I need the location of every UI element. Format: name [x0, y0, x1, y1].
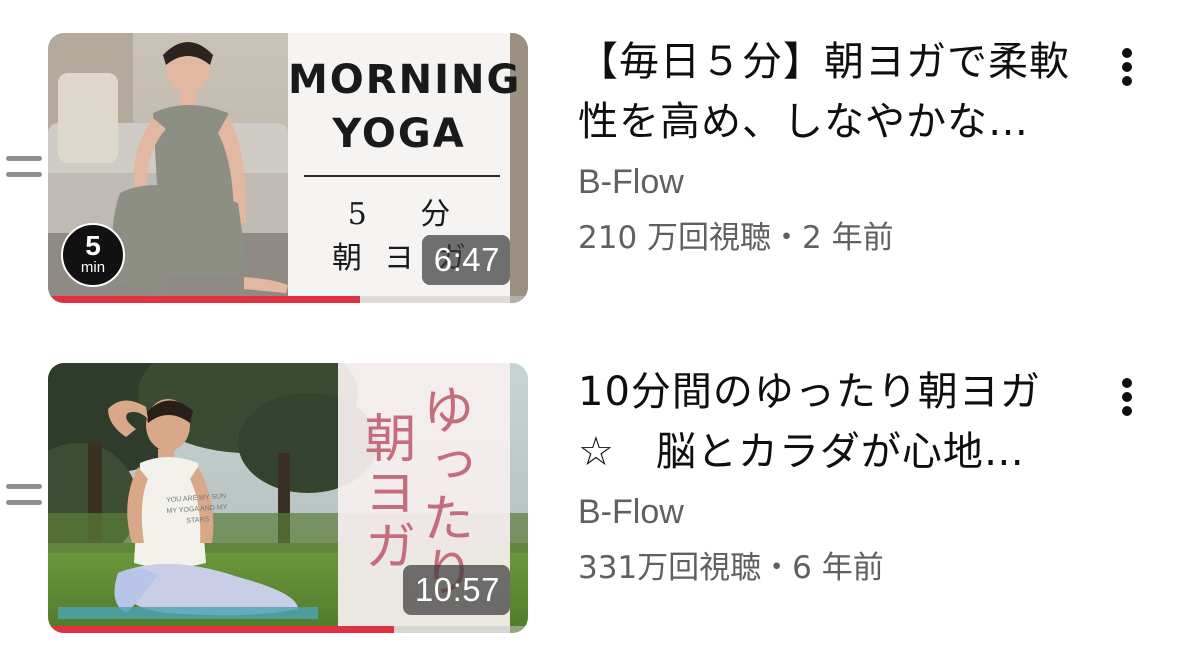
thumbnail-title: MORNING YOGA	[288, 53, 522, 161]
video-item[interactable]: YOU ARE MY SUN MY YOGA AND MY STARS ゆったり…	[0, 360, 1179, 660]
minutes-badge: 5 min	[61, 223, 125, 287]
more-vertical-icon[interactable]	[1110, 42, 1146, 92]
duration-badge: 6:47	[421, 235, 510, 285]
more-vertical-icon[interactable]	[1110, 372, 1146, 422]
view-stats: 210 万回視聴・2 年前	[578, 220, 894, 256]
video-title-line1: 10分間のゆったり朝ヨガ	[578, 369, 1041, 415]
thumbnail-title-line1: MORNING	[288, 57, 522, 103]
thumbnail-title-line2: YOGA	[332, 111, 466, 157]
watch-progress-bar	[48, 626, 528, 633]
drag-handle-icon[interactable]	[6, 152, 42, 182]
video-title[interactable]: 【毎日５分】朝ヨガで柔軟 性を高め、しなやかな…	[578, 32, 1098, 152]
video-title-line2: 性を高め、しなやかな…	[578, 99, 1029, 145]
duration-badge: 10:57	[402, 565, 510, 615]
video-title-line2: ☆ 脳とカラダが心地…	[578, 429, 1025, 475]
channel-name[interactable]: B-Flow	[578, 160, 1098, 204]
thumbnail-divider	[304, 175, 500, 177]
thumbnail-subtitle-line1: 5 分	[347, 197, 473, 232]
drag-handle-icon[interactable]	[6, 480, 42, 510]
video-thumbnail[interactable]: MORNING YOGA 5 分 朝ヨガ 5 min 6:47	[48, 33, 528, 303]
thumbnail-subtitle: 朝ヨガ	[355, 411, 415, 573]
video-meta[interactable]: 【毎日５分】朝ヨガで柔軟 性を高め、しなやかな… B-Flow 210 万回視聴…	[578, 30, 1098, 260]
watch-progress-bar	[48, 296, 528, 303]
view-stats: 331万回視聴・6 年前	[578, 550, 884, 586]
shirt-print-text: YOU ARE MY SUN MY YOGA AND MY STARS	[165, 492, 228, 525]
watch-progress-fill	[48, 626, 394, 633]
watch-progress-fill	[48, 296, 360, 303]
video-title-line1: 【毎日５分】朝ヨガで柔軟	[578, 39, 1070, 85]
channel-name[interactable]: B-Flow	[578, 490, 1098, 534]
video-thumbnail[interactable]: YOU ARE MY SUN MY YOGA AND MY STARS ゆったり…	[48, 363, 528, 633]
minutes-badge-number: 5	[85, 230, 101, 261]
video-item[interactable]: MORNING YOGA 5 分 朝ヨガ 5 min 6:47 【毎日５分】朝ヨ…	[0, 30, 1179, 330]
minutes-badge-unit: min	[80, 259, 106, 276]
video-title[interactable]: 10分間のゆったり朝ヨガ ☆ 脳とカラダが心地…	[578, 362, 1098, 482]
video-meta[interactable]: 10分間のゆったり朝ヨガ ☆ 脳とカラダが心地… B-Flow 331万回視聴・…	[578, 360, 1098, 590]
